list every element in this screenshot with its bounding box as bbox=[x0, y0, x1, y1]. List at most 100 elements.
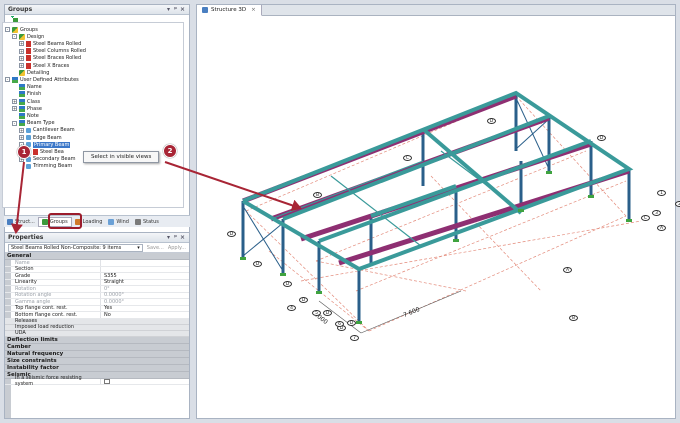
tab-icon bbox=[41, 218, 48, 225]
tab-struct[interactable]: Struct... bbox=[4, 217, 38, 227]
property-value[interactable]: S355 bbox=[101, 273, 189, 279]
close-icon[interactable]: × bbox=[179, 234, 186, 241]
grid-letter-label: D bbox=[597, 135, 606, 141]
collapse-icon[interactable]: - bbox=[5, 77, 10, 83]
property-value[interactable]: Straight bbox=[101, 279, 189, 285]
expand-icon[interactable]: + bbox=[12, 99, 17, 104]
property-section[interactable]: Natural frequency bbox=[5, 350, 189, 358]
selection-dropdown[interactable]: Steel Beams Rolled Non-Composite: 9 item… bbox=[8, 243, 143, 252]
property-section[interactable]: Deflection limits bbox=[5, 336, 189, 344]
property-row-check: In a seismic force resisting system bbox=[5, 375, 189, 387]
grid-letter-label: D bbox=[347, 320, 356, 326]
tree-node[interactable]: Trimming Beam bbox=[19, 163, 72, 170]
groups-panel-header: Groups ▾ ᵖ × bbox=[5, 5, 189, 15]
attr-node-icon bbox=[19, 105, 25, 112]
apply-button[interactable]: Apply... bbox=[168, 245, 186, 251]
seismic-checkbox[interactable] bbox=[104, 378, 110, 384]
tree-node[interactable]: Steel Bea bbox=[26, 148, 64, 155]
tree-node-label: Secondary Beam bbox=[33, 156, 76, 163]
tab-structure-3d[interactable]: Structure 3D × bbox=[197, 5, 262, 16]
tree-node[interactable]: Note bbox=[12, 112, 39, 119]
property-value[interactable]: 0.0000° bbox=[101, 292, 189, 298]
tree-node-label: Class bbox=[27, 98, 41, 105]
property-value[interactable]: Yes bbox=[101, 305, 189, 311]
properties-panel-title: Properties bbox=[8, 234, 44, 241]
tab-close-icon[interactable]: × bbox=[251, 7, 256, 13]
tree-node-label: Edge Beam bbox=[33, 134, 62, 141]
tab-wind[interactable]: Wind bbox=[105, 217, 132, 227]
tree-node[interactable]: Detailing bbox=[12, 69, 49, 76]
collapse-icon[interactable]: - bbox=[5, 27, 10, 32]
property-value bbox=[101, 378, 189, 385]
beam-node-icon bbox=[26, 55, 31, 62]
panel-menu-icon[interactable]: ▾ bbox=[165, 6, 172, 13]
expand-icon[interactable]: + bbox=[19, 48, 24, 54]
properties-grid: General Name Section Grade S355 Linearity Stra… bbox=[5, 253, 189, 387]
property-value[interactable]: No bbox=[101, 312, 189, 318]
collapse-icon[interactable]: - bbox=[12, 34, 17, 40]
structure-model[interactable] bbox=[197, 16, 675, 419]
expand-icon[interactable]: + bbox=[19, 127, 24, 133]
property-section[interactable]: General bbox=[5, 253, 189, 260]
grid-letter-label: A bbox=[563, 267, 572, 273]
property-subsection-label: UDA bbox=[15, 330, 26, 336]
property-section-label: Natural frequency bbox=[7, 350, 64, 357]
tree-node-label: Primary Beam bbox=[33, 141, 71, 148]
tree-node-label: Note bbox=[27, 112, 39, 119]
tab-label: Struct... bbox=[15, 218, 35, 225]
tree-node[interactable]: - Design bbox=[12, 33, 44, 40]
tree-node-label: Beam Type bbox=[27, 120, 55, 127]
property-section[interactable]: Camber bbox=[5, 343, 189, 351]
tab-icon bbox=[108, 218, 115, 225]
grid-letter-label: D bbox=[487, 118, 496, 124]
grid-letter-label: D bbox=[227, 231, 236, 237]
tree-node[interactable]: + Steel Beams Rolled bbox=[19, 40, 81, 47]
tree-node[interactable]: + Steel Columns Rolled bbox=[19, 48, 86, 55]
chevron-down-icon: ▾ bbox=[137, 244, 140, 251]
expand-icon[interactable]: + bbox=[19, 41, 24, 47]
tree-node[interactable]: + Class bbox=[12, 98, 40, 105]
property-value[interactable]: 0° bbox=[101, 286, 189, 292]
tree-node-label: Steel Columns Rolled bbox=[33, 48, 86, 55]
panel-menu-icon[interactable]: ▾ bbox=[165, 234, 172, 241]
attr-node-icon bbox=[19, 112, 25, 119]
tree-node[interactable]: + Cantilever Beam bbox=[19, 127, 75, 134]
grid-letter-label: D bbox=[299, 297, 308, 303]
context-menu-select-in-visible-views[interactable]: Select in visible views bbox=[83, 151, 159, 163]
pin-icon[interactable]: ᵖ bbox=[172, 234, 179, 241]
attr-node-icon bbox=[19, 84, 25, 91]
tree-node-label: Groups bbox=[20, 26, 38, 33]
tree-node[interactable]: + Steel Braces Rolled bbox=[19, 55, 81, 62]
tab-status[interactable]: Status bbox=[132, 217, 162, 227]
expand-icon[interactable]: + bbox=[19, 135, 24, 140]
property-key: Bottom flange cont. rest. bbox=[5, 312, 101, 318]
property-section[interactable]: Size constraints bbox=[5, 357, 189, 365]
property-key: Gamma angle bbox=[5, 299, 101, 305]
expand-icon[interactable]: + bbox=[19, 63, 24, 68]
tree-node[interactable]: Finish bbox=[12, 91, 41, 98]
expand-icon[interactable]: + bbox=[19, 55, 24, 61]
pin-icon[interactable]: ᵖ bbox=[172, 6, 179, 13]
grp-node-icon bbox=[19, 33, 25, 40]
property-value[interactable] bbox=[101, 260, 189, 266]
grid-number-label: 1 bbox=[657, 190, 666, 196]
tree-node[interactable]: - Beam Type bbox=[12, 120, 55, 127]
tree-node[interactable]: + Steel X Braces bbox=[19, 62, 69, 69]
tree-node[interactable]: - Groups bbox=[5, 26, 38, 33]
tree-node[interactable]: - User Defined Attributes bbox=[5, 76, 79, 83]
save-button[interactable]: Save... bbox=[147, 245, 164, 251]
tree-node[interactable]: Name bbox=[12, 84, 42, 91]
tree-node[interactable]: + Edge Beam bbox=[19, 134, 62, 141]
property-key: Name bbox=[5, 260, 101, 266]
tree-node[interactable]: + Phase bbox=[12, 105, 42, 112]
expand-icon[interactable]: + bbox=[12, 106, 17, 112]
context-menu-item-label[interactable]: Select in visible views bbox=[91, 154, 151, 160]
selection-dropdown-value: Steel Beams Rolled Non-Composite: 9 item… bbox=[11, 244, 122, 251]
collapse-icon[interactable]: - bbox=[12, 120, 17, 126]
property-value[interactable]: 0.0000° bbox=[101, 299, 189, 305]
groups-tree[interactable]: - Groups - Design + Steel Beams Rolled + Steel … bbox=[2, 22, 184, 208]
property-value[interactable] bbox=[101, 267, 189, 273]
close-icon[interactable]: × bbox=[179, 6, 186, 13]
structure-3d-viewport[interactable]: Structure 3D × 4000 7 600 D D D D D D D … bbox=[196, 4, 680, 419]
property-section[interactable]: Instability factor bbox=[5, 364, 189, 372]
